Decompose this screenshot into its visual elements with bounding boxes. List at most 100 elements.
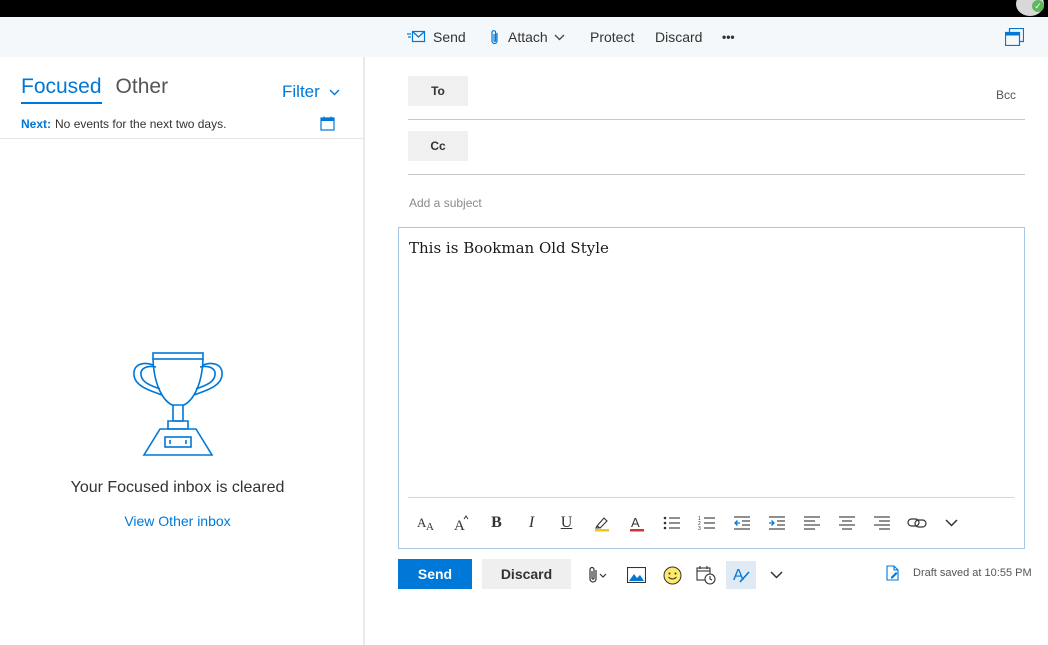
link-icon <box>906 518 927 528</box>
empty-inbox-message: Your Focused inbox is cleared <box>70 479 285 496</box>
bold-icon: B <box>491 514 502 531</box>
decrease-indent-button[interactable] <box>724 509 759 537</box>
list-header-divider <box>0 138 363 139</box>
italic-icon: I <box>528 514 535 531</box>
send-icon <box>407 30 426 43</box>
font-size-button[interactable]: A <box>444 509 479 537</box>
cc-divider <box>408 174 1025 175</box>
svg-text:A: A <box>426 521 434 531</box>
next-event-line: Next: No events for the next two days. <box>21 117 226 131</box>
underline-button[interactable]: U <box>549 509 584 537</box>
picture-icon <box>626 567 646 583</box>
pane-divider[interactable] <box>363 57 365 645</box>
tab-other[interactable]: Other <box>116 75 169 104</box>
formatting-toolbar: A A A B I U A 1 2 3 <box>409 509 969 537</box>
increase-indent-button[interactable] <box>759 509 794 537</box>
emoji-button[interactable] <box>658 561 686 589</box>
filter-label: Filter <box>282 82 320 101</box>
align-right-button[interactable] <box>864 509 899 537</box>
align-left-icon <box>803 516 820 530</box>
calendar-button[interactable] <box>320 116 335 136</box>
discard-button[interactable]: Discard <box>482 559 571 589</box>
align-left-button[interactable] <box>794 509 829 537</box>
svg-text:3: 3 <box>698 526 701 531</box>
insert-link-button[interactable] <box>899 509 934 537</box>
cc-button[interactable]: Cc <box>408 131 468 161</box>
window-top-strip: ✓ <box>0 0 1048 17</box>
message-body-text[interactable]: This is Bookman Old Style <box>409 239 609 257</box>
cc-field[interactable] <box>472 131 972 161</box>
more-formatting-button[interactable] <box>934 509 969 537</box>
increase-indent-icon <box>768 516 785 530</box>
discard-command-label: Discard <box>655 29 703 45</box>
italic-button[interactable]: I <box>514 509 549 537</box>
command-bar: Send Attach Protect Discard ••• <box>0 17 1048 57</box>
bullets-button[interactable] <box>654 509 689 537</box>
to-divider <box>408 119 1025 120</box>
draft-status: Draft saved at 10:55 PM <box>886 565 1032 581</box>
schedule-button[interactable] <box>692 561 720 589</box>
svg-text:A: A <box>733 567 744 584</box>
bcc-button[interactable]: Bcc <box>996 88 1016 102</box>
protect-command-label: Protect <box>590 29 635 45</box>
status-check-icon: ✓ <box>1032 0 1044 12</box>
numbered-list-icon: 1 2 3 <box>698 516 715 531</box>
attach-command-label: Attach <box>508 29 548 45</box>
insert-picture-button[interactable] <box>622 561 650 589</box>
align-right-icon <box>873 516 890 530</box>
send-button[interactable]: Send <box>398 559 472 589</box>
align-center-icon <box>838 516 855 530</box>
protect-command[interactable]: Protect <box>590 17 634 57</box>
font-color-button[interactable]: A <box>619 509 654 537</box>
chevron-down-icon <box>945 519 958 527</box>
calendar-icon <box>320 116 335 131</box>
popout-window-button[interactable] <box>1004 27 1025 51</box>
attach-file-button[interactable] <box>583 561 613 589</box>
numbering-button[interactable]: 1 2 3 <box>689 509 724 537</box>
bold-button[interactable]: B <box>479 509 514 537</box>
tab-focused[interactable]: Focused <box>21 75 102 104</box>
decrease-indent-icon <box>733 516 750 530</box>
paperclip-icon <box>589 566 607 583</box>
highlighter-icon <box>594 516 609 531</box>
filter-dropdown[interactable]: Filter <box>282 82 340 102</box>
underline-icon: U <box>560 514 573 531</box>
to-button[interactable]: To <box>408 76 468 106</box>
message-body-editor[interactable]: This is Bookman Old Style A A A B I U A … <box>398 227 1025 549</box>
font-icon: A A <box>417 515 434 531</box>
draft-status-text: Draft saved at 10:55 PM <box>913 567 1032 579</box>
chevron-down-icon <box>769 571 783 579</box>
more-actions-button[interactable]: ••• <box>722 17 735 57</box>
chevron-down-icon <box>329 89 340 95</box>
chevron-down-icon <box>554 34 565 40</box>
more-options-button[interactable] <box>764 561 788 589</box>
inbox-tabs: Focused Other <box>21 75 168 104</box>
formatting-toolbar-divider <box>408 497 1014 498</box>
next-label: Next: <box>21 117 52 131</box>
bullet-list-icon <box>663 516 680 530</box>
svg-text:A: A <box>631 515 640 530</box>
draft-saved-icon <box>886 565 899 581</box>
message-list-pane: Focused Other Filter Next: No events for … <box>0 57 363 645</box>
send-command-label: Send <box>433 29 466 45</box>
emoji-icon <box>663 566 681 584</box>
popout-icon <box>1004 27 1025 47</box>
attach-command[interactable]: Attach <box>489 17 565 57</box>
format-options-button[interactable]: A <box>726 561 756 589</box>
discard-command[interactable]: Discard <box>655 17 702 57</box>
send-command[interactable]: Send <box>407 17 466 57</box>
subject-input[interactable] <box>409 192 1019 214</box>
account-avatar[interactable]: ✓ <box>1016 0 1044 16</box>
font-size-icon: A <box>454 515 468 531</box>
calendar-clock-icon <box>696 566 716 585</box>
view-other-inbox-link[interactable]: View Other inbox <box>0 513 355 529</box>
text-format-icon: A <box>733 567 750 584</box>
font-color-icon: A <box>629 515 644 531</box>
svg-text:A: A <box>454 518 465 531</box>
trophy-icon <box>132 351 224 464</box>
to-field[interactable] <box>472 76 972 106</box>
paperclip-icon <box>491 29 498 44</box>
align-center-button[interactable] <box>829 509 864 537</box>
highlight-button[interactable] <box>584 509 619 537</box>
font-button[interactable]: A A <box>409 509 444 537</box>
